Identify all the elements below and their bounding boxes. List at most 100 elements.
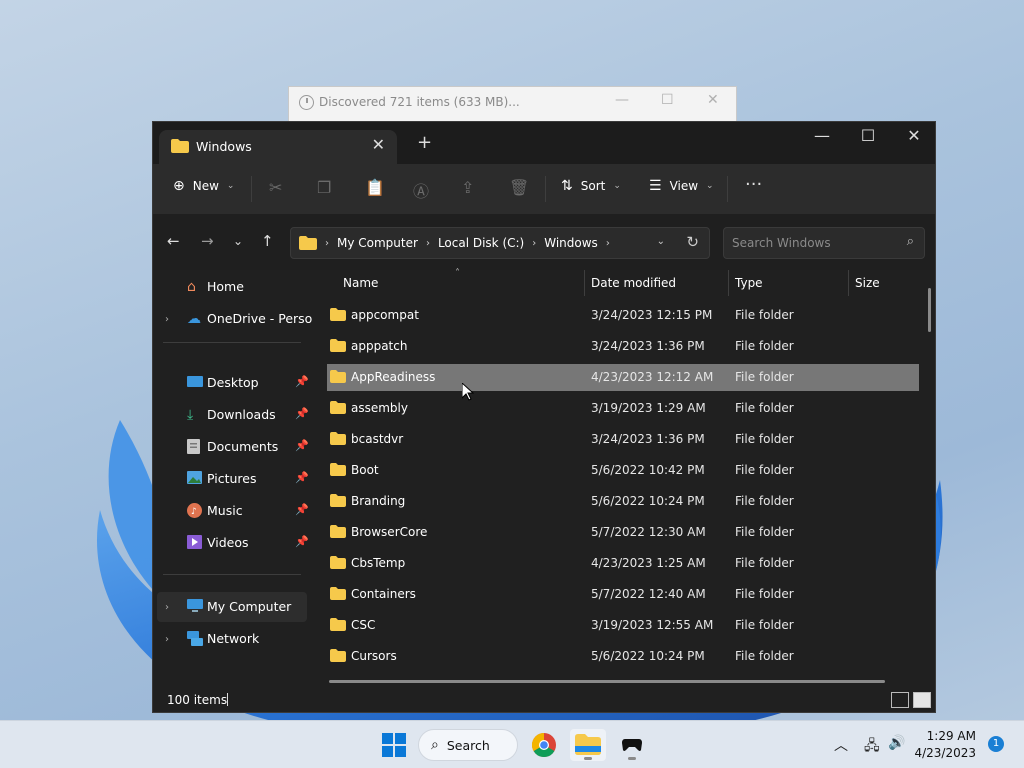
desktop-icon: [187, 375, 203, 391]
pin-icon[interactable]: 📌: [295, 503, 309, 516]
sidebar-item-onedrive[interactable]: › ☁ OneDrive - Persona: [157, 304, 313, 334]
file-list: ˄ Name Date modified Type Size appcompat…: [311, 268, 935, 686]
refresh-icon[interactable]: ↻: [686, 233, 699, 251]
volume-icon[interactable]: 🔊: [888, 735, 905, 751]
forward-arrow-icon[interactable]: →: [201, 232, 214, 250]
notification-badge[interactable]: 1: [988, 736, 1004, 752]
pin-icon[interactable]: 📌: [295, 375, 309, 388]
breadcrumb-windows[interactable]: Windows: [544, 236, 598, 250]
clock-icon: [299, 95, 314, 110]
maximize-icon[interactable]: ☐: [853, 126, 883, 145]
tab-windows[interactable]: Windows ✕: [159, 130, 397, 164]
sidebar-item-pictures[interactable]: Pictures 📌: [157, 464, 309, 494]
pin-icon[interactable]: 📌: [295, 407, 309, 420]
new-label: New: [192, 179, 219, 193]
chevron-right-icon: ›: [325, 237, 329, 249]
column-header-name[interactable]: Name: [343, 276, 378, 290]
pin-icon[interactable]: 📌: [295, 471, 309, 484]
game-app-icon[interactable]: [614, 729, 650, 761]
rename-icon[interactable]: Ⓐ: [413, 178, 429, 202]
file-date: 3/24/2023 1:36 PM: [591, 432, 705, 446]
chevron-right-icon[interactable]: ›: [165, 634, 169, 645]
home-icon: ⌂: [187, 279, 196, 295]
chevron-right-icon[interactable]: ›: [165, 314, 169, 325]
column-header-date-modified[interactable]: Date modified: [591, 276, 676, 290]
breadcrumb-my-computer[interactable]: My Computer: [337, 236, 418, 250]
item-count: 100 items: [167, 693, 228, 707]
table-row[interactable]: CSC 3/19/2023 12:55 AM File folder: [327, 612, 919, 639]
address-bar[interactable]: › My Computer › Local Disk (C:) › Window…: [290, 227, 710, 259]
table-row[interactable]: Branding 5/6/2022 10:24 PM File folder: [327, 488, 919, 515]
background-progress-dialog[interactable]: Discovered 721 items (633 MB)... — ☐ ✕: [288, 86, 737, 126]
minimize-icon[interactable]: —: [615, 92, 629, 108]
table-row[interactable]: apppatch 3/24/2023 1:36 PM File folder: [327, 333, 919, 360]
column-header-type[interactable]: Type: [735, 276, 763, 290]
column-divider[interactable]: [584, 270, 585, 296]
table-row[interactable]: Cursors 5/6/2022 10:24 PM File folder: [327, 643, 919, 670]
sidebar-item-downloads[interactable]: ⤓ Downloads 📌: [157, 400, 309, 430]
table-row[interactable]: bcastdvr 3/24/2023 1:36 PM File folder: [327, 426, 919, 453]
recent-locations-chevron-icon[interactable]: ⌄: [233, 234, 243, 248]
view-button[interactable]: ☰ View ⌄: [649, 178, 714, 194]
delete-icon[interactable]: 🗑: [509, 178, 529, 197]
file-explorer-app-icon[interactable]: [570, 729, 606, 761]
vertical-scrollbar[interactable]: [928, 288, 931, 332]
sort-button[interactable]: ⇅ Sort ⌄: [561, 178, 621, 194]
copy-icon[interactable]: ❐: [317, 178, 331, 197]
taskbar-time[interactable]: 1:29 AM: [920, 729, 976, 743]
column-divider[interactable]: [848, 270, 849, 296]
cloud-icon: ☁: [187, 311, 201, 327]
tab-close-icon[interactable]: ✕: [372, 135, 385, 154]
sidebar-item-home[interactable]: ⌂ Home: [157, 272, 307, 302]
network-status-icon[interactable]: 🖧: [864, 735, 880, 759]
share-icon[interactable]: ⇪: [461, 178, 474, 197]
table-row[interactable]: BrowserCore 5/7/2022 12:30 AM File folde…: [327, 519, 919, 546]
chrome-app-icon[interactable]: [526, 729, 562, 761]
sidebar-item-documents[interactable]: Documents 📌: [157, 432, 309, 462]
divider: [163, 574, 301, 575]
pin-icon[interactable]: 📌: [295, 535, 309, 548]
column-divider[interactable]: [728, 270, 729, 296]
up-arrow-icon[interactable]: ↑: [261, 232, 274, 250]
taskbar-date[interactable]: 4/23/2023: [914, 746, 976, 760]
paste-icon[interactable]: 📋: [365, 178, 385, 197]
table-row[interactable]: assembly 3/19/2023 1:29 AM File folder: [327, 395, 919, 422]
sidebar-item-music[interactable]: ♪ Music 📌: [157, 496, 309, 526]
column-header-size[interactable]: Size: [855, 276, 880, 290]
table-row[interactable]: appcompat 3/24/2023 12:15 PM File folder: [327, 302, 919, 329]
close-icon[interactable]: ✕: [707, 92, 719, 108]
pin-icon[interactable]: 📌: [295, 439, 309, 452]
new-button[interactable]: ⊕ New ⌄: [173, 178, 234, 194]
horizontal-scrollbar[interactable]: [329, 680, 885, 683]
close-icon[interactable]: ✕: [899, 126, 929, 145]
taskbar: ⌕ Search ︿ 🖧 🔊 1:29 AM 4/23/2023 1: [0, 720, 1024, 768]
sidebar-item-videos[interactable]: Videos 📌: [157, 528, 309, 558]
file-date: 5/6/2022 10:24 PM: [591, 494, 705, 508]
details-view-icon[interactable]: [891, 692, 909, 708]
cut-icon[interactable]: ✂: [269, 178, 282, 197]
minimize-icon[interactable]: —: [807, 126, 837, 145]
address-dropdown-chevron-icon[interactable]: ⌄: [657, 236, 665, 247]
show-hidden-icons-chevron-icon[interactable]: ︿: [834, 735, 848, 755]
sidebar-item-desktop[interactable]: Desktop 📌: [157, 368, 309, 398]
table-row[interactable]: Boot 5/6/2022 10:42 PM File folder: [327, 457, 919, 484]
file-name: Branding: [351, 494, 406, 508]
new-tab-icon[interactable]: +: [417, 132, 432, 153]
table-row[interactable]: Containers 5/7/2022 12:40 AM File folder: [327, 581, 919, 608]
taskbar-search-button[interactable]: ⌕ Search: [418, 729, 518, 761]
table-row-selected[interactable]: AppReadiness 4/23/2023 12:12 AM File fol…: [327, 364, 919, 391]
tiles-view-icon[interactable]: [913, 692, 931, 708]
file-name: Cursors: [351, 649, 397, 663]
maximize-icon[interactable]: ☐: [661, 92, 674, 108]
back-arrow-icon[interactable]: ←: [167, 232, 180, 250]
windows-start-icon[interactable]: [382, 733, 406, 757]
search-input[interactable]: Search Windows ⌕: [723, 227, 925, 259]
chevron-down-icon: ⌄: [613, 181, 621, 191]
sidebar-item-my-computer[interactable]: › My Computer: [157, 592, 307, 622]
sidebar-item-network[interactable]: › Network: [157, 624, 307, 654]
breadcrumb-local-disk[interactable]: Local Disk (C:): [438, 236, 524, 250]
more-options-icon[interactable]: ···: [745, 174, 762, 195]
table-row[interactable]: CbsTemp 4/23/2023 1:25 AM File folder: [327, 550, 919, 577]
chevron-right-icon[interactable]: ›: [165, 602, 169, 613]
file-type: File folder: [735, 308, 794, 322]
